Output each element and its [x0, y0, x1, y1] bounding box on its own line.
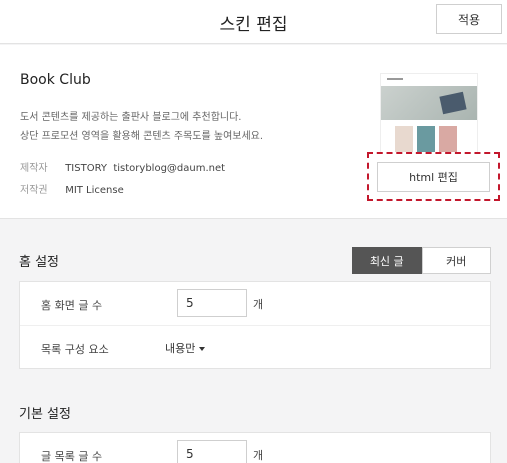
creator-row: 제작자 TISTORY tistoryblog@daum.net: [20, 159, 225, 174]
home-settings-title: 홈 설정: [19, 255, 60, 270]
skin-description-line2: 상단 프로모션 영역을 활용해 콘텐츠 주목도를 높여보세요.: [20, 131, 264, 142]
creator-label: 제작자: [20, 163, 48, 174]
list-style-select[interactable]: 내용만: [165, 340, 206, 356]
apply-button[interactable]: 적용: [436, 4, 502, 34]
list-style-row: 목록 구성 요소 내용만: [20, 326, 490, 370]
list-post-count-input[interactable]: [177, 440, 247, 463]
list-style-label: 목록 구성 요소: [41, 343, 109, 356]
html-edit-label: html 편집: [377, 161, 490, 192]
list-post-count-unit: 개: [253, 449, 264, 462]
list-post-count-label: 글 목록 글 수: [41, 450, 103, 463]
caret-down-icon: [199, 346, 206, 351]
tab-cover[interactable]: 커버: [421, 247, 491, 274]
skin-description-line1: 도서 콘텐츠를 제공하는 출판사 블로그에 추천합니다.: [20, 112, 242, 123]
home-post-count-input[interactable]: [177, 289, 247, 317]
page-title: 스킨 편집: [219, 15, 288, 35]
home-type-toggle: 최신 글 커버: [352, 247, 491, 274]
creator-value: TISTORY tistoryblog@daum.net: [65, 163, 226, 174]
license-label: 저작권: [20, 185, 48, 196]
tab-latest-posts[interactable]: 최신 글: [352, 247, 422, 274]
list-style-value: 내용만: [165, 342, 196, 355]
skin-name: Book Club: [20, 72, 91, 88]
home-post-count-unit: 개: [253, 298, 264, 311]
skin-description: 도서 콘텐츠를 제공하는 출판사 블로그에 추천합니다. 상단 프로모션 영역을…: [20, 108, 263, 146]
home-settings-card: 홈 화면 글 수 개 목록 구성 요소 내용만: [19, 281, 491, 369]
license-value: MIT License: [65, 185, 124, 196]
basic-settings-title: 기본 설정: [19, 407, 71, 422]
header: 스킨 편집 적용: [0, 0, 507, 44]
home-post-count-row: 홈 화면 글 수 개: [20, 282, 490, 326]
home-post-count-label: 홈 화면 글 수: [41, 299, 103, 312]
basic-settings-card: 글 목록 글 수 개: [19, 432, 491, 463]
list-post-count-row: 글 목록 글 수 개: [20, 433, 490, 463]
license-row: 저작권 MIT License: [20, 181, 124, 196]
html-edit-button[interactable]: html 편집: [367, 152, 500, 201]
